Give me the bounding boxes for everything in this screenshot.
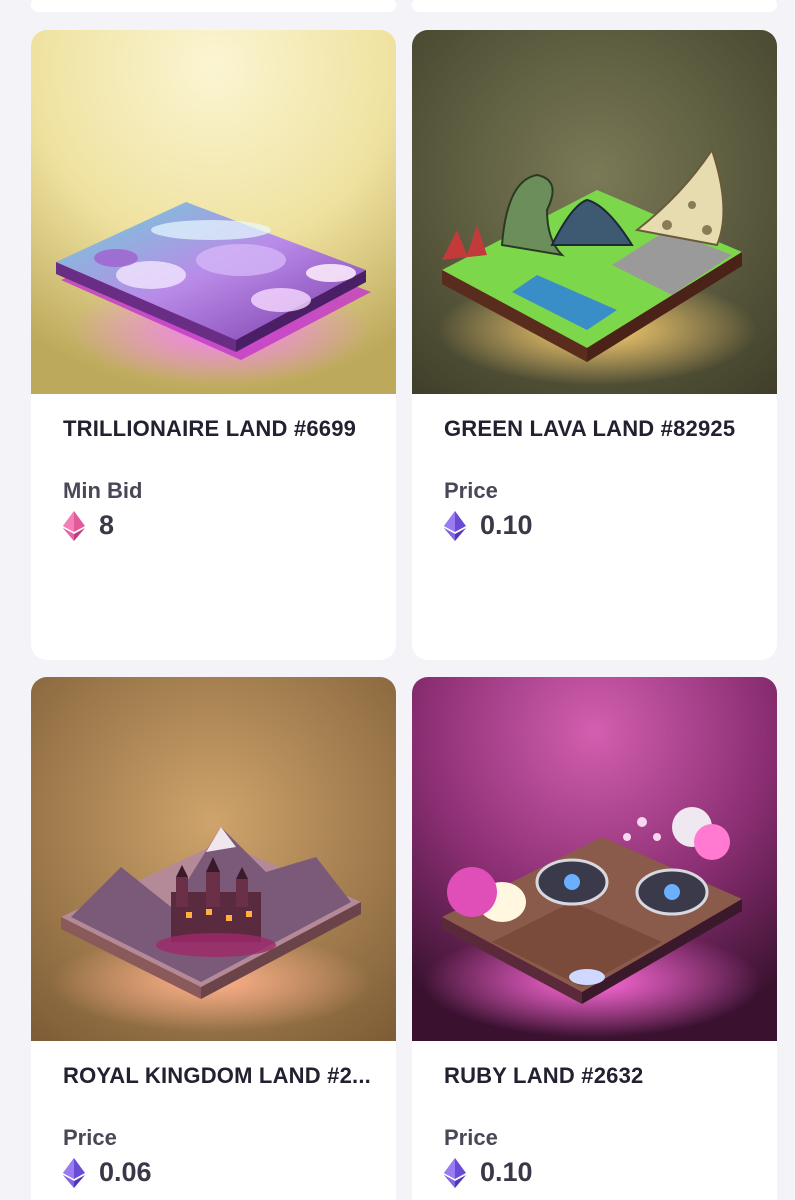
nft-image[interactable]: [31, 677, 396, 1041]
nft-card-green-lava-land[interactable]: GREEN LAVA LAND #82925 Price 0.10: [412, 30, 777, 660]
nft-card-trillionaire-land[interactable]: TRILLIONAIRE LAND #6699 Min Bid 8: [31, 30, 396, 660]
price-value-row: 8: [63, 510, 114, 541]
nft-title[interactable]: GREEN LAVA LAND #82925: [444, 416, 761, 442]
ethereum-pink-icon: [63, 510, 85, 541]
price-label: Price: [444, 478, 498, 503]
nft-image[interactable]: [412, 30, 777, 394]
nft-card-ruby-land[interactable]: RUBY LAND #2632 Price 0.10: [412, 677, 777, 1200]
ethereum-purple-icon: [444, 1157, 466, 1188]
price-value-row: 0.06: [63, 1157, 152, 1188]
price-amount: 8: [99, 510, 115, 540]
nft-title[interactable]: TRILLIONAIRE LAND #6699: [63, 416, 380, 442]
ethereum-purple-icon: [63, 1157, 85, 1188]
previous-card-fragment[interactable]: [31, 0, 396, 12]
price-label: Price: [63, 1125, 117, 1150]
price-value-row: 0.10: [444, 1157, 533, 1188]
price-label: Price: [444, 1125, 498, 1150]
nft-card-royal-kingdom-land[interactable]: ROYAL KINGDOM LAND #2... Price 0.06: [31, 677, 396, 1200]
nft-image[interactable]: [412, 677, 777, 1041]
price-amount: 0.10: [480, 510, 533, 540]
price-amount: 0.10: [480, 1157, 533, 1187]
price-value-row: 0.10: [444, 510, 533, 541]
price-label: Min Bid: [63, 478, 143, 503]
nft-title[interactable]: RUBY LAND #2632: [444, 1063, 761, 1089]
nft-title[interactable]: ROYAL KINGDOM LAND #2...: [63, 1063, 380, 1089]
price-amount: 0.06: [99, 1157, 152, 1187]
nft-image[interactable]: [31, 30, 396, 394]
previous-card-fragment[interactable]: [412, 0, 777, 12]
ethereum-purple-icon: [444, 510, 466, 541]
